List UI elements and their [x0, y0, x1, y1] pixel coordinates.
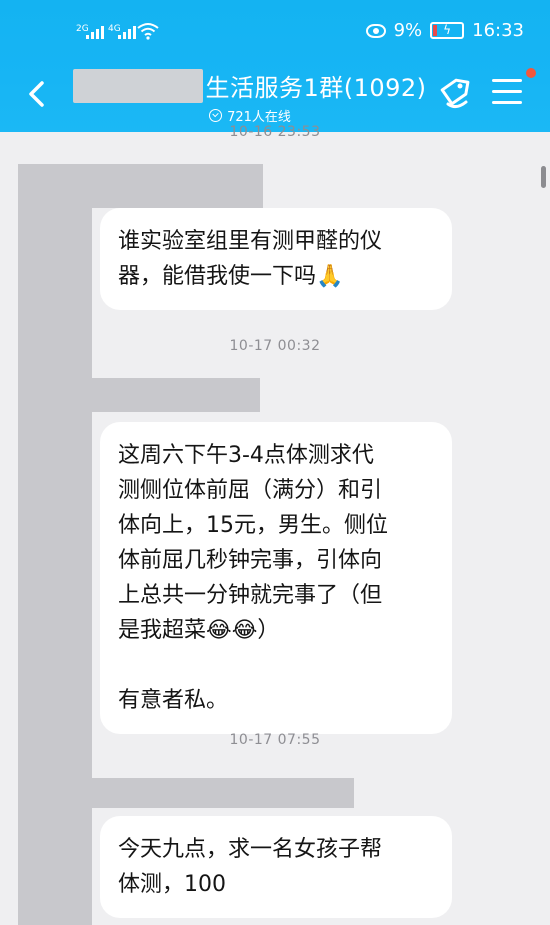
signal-1-icon [86, 26, 104, 39]
status-bar: 2G 4G 9% ϟ 16:33 [0, 0, 550, 62]
online-count: 721人在线 [227, 110, 291, 125]
back-arrow-icon[interactable] [18, 74, 58, 114]
status-right: 9% ϟ 16:33 [365, 20, 524, 41]
title-bar: 生活服务1群(1092) 721人在线 [0, 62, 550, 132]
redacted-sender [18, 164, 263, 208]
signal-2-icon [118, 26, 136, 39]
group-title: 生活服务1群(1092) [205, 74, 427, 102]
battery-percent: 9% [393, 20, 423, 41]
redacted-sender [92, 378, 260, 412]
eye-comfort-icon [365, 23, 386, 38]
chat-title[interactable]: 生活服务1群(1092) 721人在线 [70, 68, 430, 125]
timestamp: 10-16 23:53 [229, 124, 321, 140]
app-header: 2G 4G 9% ϟ 16:33 生活服务1群(1092) 721人在线 [0, 0, 550, 132]
online-status-icon [209, 109, 223, 122]
redacted-avatar [18, 208, 92, 268]
redacted-avatar [18, 268, 92, 758]
redacted-sender [92, 778, 354, 808]
message-bubble[interactable]: 这周六下午3-4点体测求代 测侧位体前屈（满分）和引 体向上，15元，男生。侧位… [100, 422, 452, 734]
message-bubble[interactable]: 谁实验室组里有测甲醛的仪 器，能借我使一下吗🙏 [100, 208, 452, 310]
scrollbar[interactable] [541, 166, 546, 188]
timestamp: 10-17 07:55 [229, 732, 321, 748]
redacted-name [73, 68, 204, 103]
notification-dot [526, 68, 536, 78]
group-tag-icon[interactable] [434, 74, 474, 114]
message-bubble[interactable]: 今天九点，求一名女孩子帮 体测，100 [100, 816, 452, 918]
wifi-icon [137, 23, 159, 40]
chat-area[interactable]: 10-16 23:53 谁实验室组里有测甲醛的仪 器，能借我使一下吗🙏 10-1… [0, 124, 550, 925]
menu-icon[interactable] [492, 79, 522, 105]
redacted-avatar [18, 758, 92, 925]
clock: 16:33 [472, 20, 524, 41]
battery-icon: ϟ [430, 22, 465, 39]
